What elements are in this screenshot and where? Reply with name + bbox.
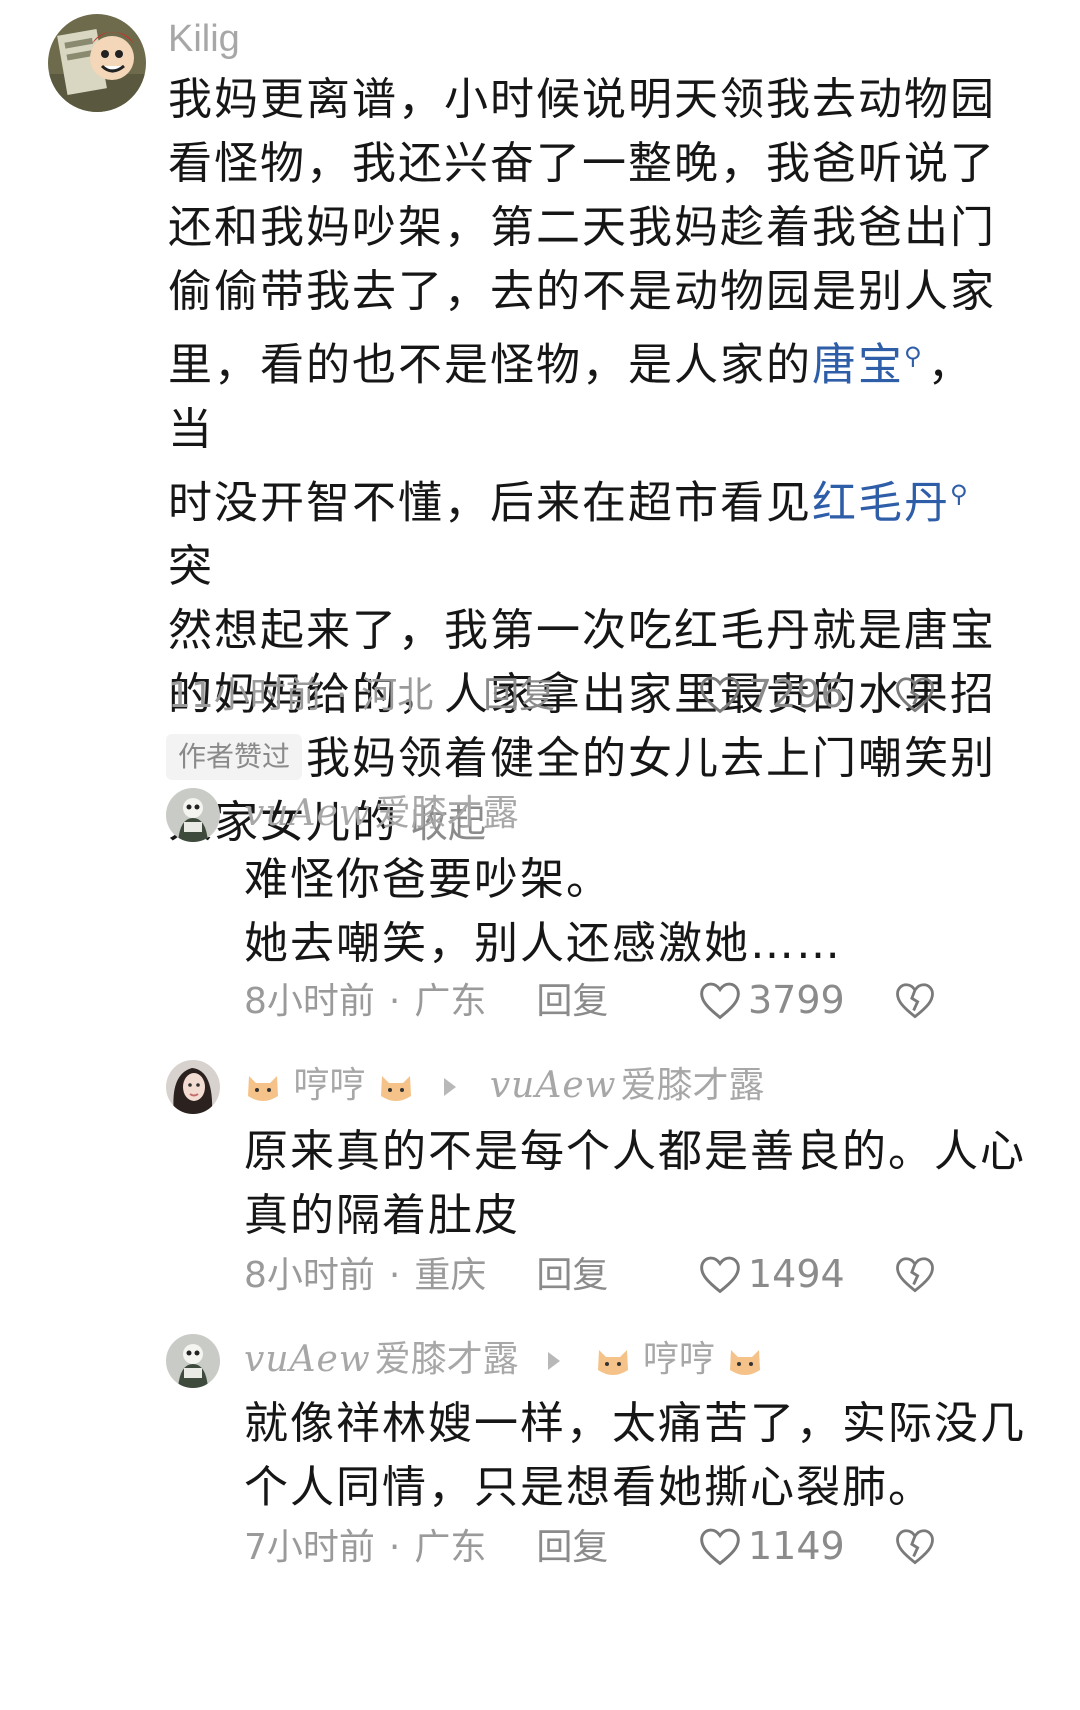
username[interactable]: 哼哼	[293, 1065, 365, 1106]
broken-heart-icon	[896, 983, 934, 1019]
username[interactable]: vuAew 爱膝才露	[244, 796, 519, 832]
dislike-button[interactable]	[894, 980, 936, 1024]
timestamp: 7小时前	[244, 1527, 375, 1568]
author-liked-badge: 作者赞过	[166, 734, 303, 780]
comment-line: 看怪物，我还兴奋了一整晚，我爸听说了	[168, 138, 996, 189]
comment-body: 原来真的不是每个人都是善良的。人心 真的隔着肚皮	[244, 1120, 1026, 1248]
avatar-kilig[interactable]	[48, 14, 146, 112]
triangle-right-icon	[444, 1078, 457, 1096]
search-icon[interactable]: ⚲	[950, 480, 970, 508]
text-segment: 时没开智不懂，后来在超市看见	[168, 477, 812, 529]
comment-line: 然想起来了，我第一次吃红毛丹就是唐宝	[168, 605, 996, 657]
heart-outline-icon	[700, 1256, 740, 1294]
like-count: 1149	[748, 1524, 845, 1568]
comment-meta: 8小时前 · 重庆 回复	[244, 1256, 608, 1296]
reply-button[interactable]: 回复	[483, 676, 555, 716]
cat-emoji-icon	[248, 1076, 278, 1101]
like-count: 7296	[748, 672, 845, 716]
broken-heart-icon	[896, 677, 934, 713]
comment-body: 难怪你爸要吵架。 她去嘲笑，别人还感激她……	[244, 848, 842, 976]
reply-button[interactable]: 回复	[536, 1528, 608, 1568]
comment-line: 她去嘲笑，别人还感激她……	[244, 918, 842, 969]
text-segment: 突	[168, 541, 214, 593]
comment-line: 我妈更离谱，小时候说明天领我去动物园	[168, 74, 996, 125]
timestamp: 11小时前	[168, 675, 322, 716]
comment-meta: 8小时前 · 广东 回复	[244, 982, 608, 1022]
cat-emoji-icon	[730, 1350, 761, 1375]
triangle-right-icon	[548, 1352, 561, 1370]
reply-button[interactable]: 回复	[536, 982, 608, 1022]
separator-dot: ·	[335, 675, 348, 716]
comment-body: 就像祥林嫂一样，太痛苦了，实际没几 个人同情，只是想看她撕心裂肺。	[244, 1392, 1026, 1520]
comment-meta: 11小时前 · 河北 回复	[168, 676, 555, 716]
timestamp: 8小时前	[244, 1255, 375, 1296]
heart-outline-icon	[700, 1528, 740, 1566]
comment-line: 偷偷带我去了，去的不是动物园是别人家	[168, 266, 996, 317]
username[interactable]: Kilig	[168, 20, 240, 58]
reply-button[interactable]: 回复	[536, 1256, 608, 1296]
heart-outline-icon	[700, 982, 740, 1020]
comment-line: 里，看的也不是怪物，是人家的唐宝⚲，当	[168, 324, 998, 462]
like-button[interactable]: 1494	[698, 1252, 845, 1296]
like-button[interactable]: 1149	[698, 1524, 845, 1568]
location: 广东	[414, 981, 487, 1022]
username-row: vuAew 爱膝才露 哼哼	[244, 1342, 764, 1378]
comment-line: 原来真的不是每个人都是善良的。人心	[244, 1126, 1026, 1177]
cat-emoji-icon	[380, 1076, 411, 1101]
search-icon[interactable]: ⚲	[904, 342, 924, 370]
location: 广东	[414, 1527, 487, 1568]
broken-heart-icon	[896, 1529, 934, 1565]
heart-outline-icon	[700, 676, 740, 714]
separator-dot: ·	[388, 981, 401, 1022]
username-cn[interactable]: 爱膝才露	[375, 1339, 519, 1380]
comment-line: 还和我妈吵架，第二天我妈趁着我爸出门	[168, 202, 996, 253]
search-link-tangbao[interactable]: 唐宝	[812, 340, 904, 391]
avatar-user[interactable]	[166, 788, 220, 842]
avatar-user[interactable]	[166, 1060, 220, 1114]
broken-heart-icon	[896, 1257, 934, 1293]
separator-dot: ·	[388, 1527, 401, 1568]
username-cursive[interactable]: vuAew	[244, 1339, 371, 1380]
avatar-user[interactable]	[166, 1334, 220, 1388]
like-count: 3799	[748, 978, 845, 1022]
username-cursive: vuAew	[244, 793, 371, 834]
comment-line: 真的隔着肚皮	[244, 1190, 520, 1241]
like-button[interactable]: 3799	[698, 978, 845, 1022]
comment-line: 就像祥林嫂一样，太痛苦了，实际没几	[244, 1398, 1026, 1449]
like-count: 1494	[748, 1252, 845, 1296]
reply-to-cn[interactable]: 爱膝才露	[620, 1065, 764, 1106]
dislike-button[interactable]	[894, 1526, 936, 1570]
cat-emoji-icon	[597, 1350, 628, 1375]
username-row: 哼哼 vuAew 爱膝才露	[244, 1068, 764, 1104]
text-segment: 里，看的也不是怪物，是人家的	[168, 339, 812, 391]
dislike-button[interactable]	[894, 674, 936, 718]
location: 河北	[361, 675, 434, 716]
timestamp: 8小时前	[244, 981, 375, 1022]
reply-to-cursive[interactable]: vuAew	[490, 1065, 617, 1106]
comment-line: 个人同情，只是想看她撕心裂肺。	[244, 1462, 934, 1513]
reply-to-username[interactable]: 哼哼	[643, 1339, 715, 1380]
dislike-button[interactable]	[894, 1254, 936, 1298]
comment-line: 难怪你爸要吵架。	[244, 854, 612, 905]
location: 重庆	[414, 1255, 487, 1296]
comment-meta: 7小时前 · 广东 回复	[244, 1528, 608, 1568]
separator-dot: ·	[388, 1255, 401, 1296]
comment-line: 时没开智不懂，后来在超市看见红毛丹⚲ 突	[168, 462, 998, 600]
search-link-rambutan[interactable]: 红毛丹	[812, 477, 950, 528]
like-button[interactable]: 7296	[698, 672, 845, 716]
username-cn: 爱膝才露	[374, 793, 519, 834]
